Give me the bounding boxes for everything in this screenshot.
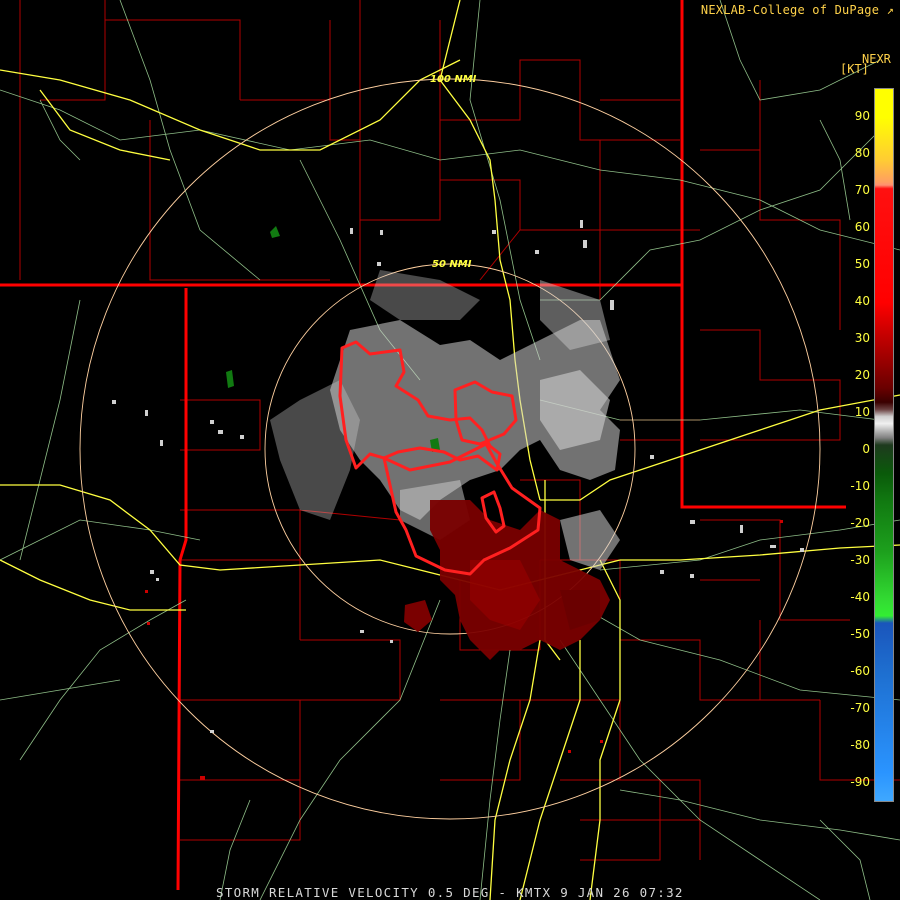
color-scale-tick: 40 [854, 294, 870, 308]
color-scale-tick: -80 [850, 738, 870, 752]
color-scale-tick: -20 [850, 516, 870, 530]
radar-map [0, 0, 900, 900]
color-scale-tick: -60 [850, 664, 870, 678]
color-scale-tick: 10 [854, 405, 870, 419]
color-scale-tick: -40 [850, 590, 870, 604]
range-label-100: 100 NMI [430, 74, 477, 85]
credit-text: NEXLAB-College of DuPage [700, 3, 880, 17]
external-link-icon: ↗ [886, 3, 894, 17]
color-scale-tick: 50 [854, 257, 870, 271]
color-scale-tick: 20 [854, 368, 870, 382]
color-scale-tick: 80 [854, 146, 870, 160]
unit-label: [KT] [840, 62, 869, 76]
color-scale-tick: 60 [854, 220, 870, 234]
color-scale-bar [874, 88, 894, 802]
color-scale-tick: 30 [854, 331, 870, 345]
color-scale-tick: -10 [850, 479, 870, 493]
color-scale-tick: -50 [850, 627, 870, 641]
credit-label: NEXLAB-College of DuPage ↗ [701, 3, 894, 17]
color-scale-tick: -90 [850, 775, 870, 789]
color-scale-tick: 70 [854, 183, 870, 197]
product-caption: STORM RELATIVE VELOCITY 0.5 DEG - KMTX 9… [216, 885, 684, 900]
color-scale-tick: -30 [850, 553, 870, 567]
color-scale-tick: -70 [850, 701, 870, 715]
color-scale-tick: 0 [862, 442, 870, 456]
color-scale-tick: 90 [854, 109, 870, 123]
range-label-50: 50 NMI [432, 259, 472, 270]
